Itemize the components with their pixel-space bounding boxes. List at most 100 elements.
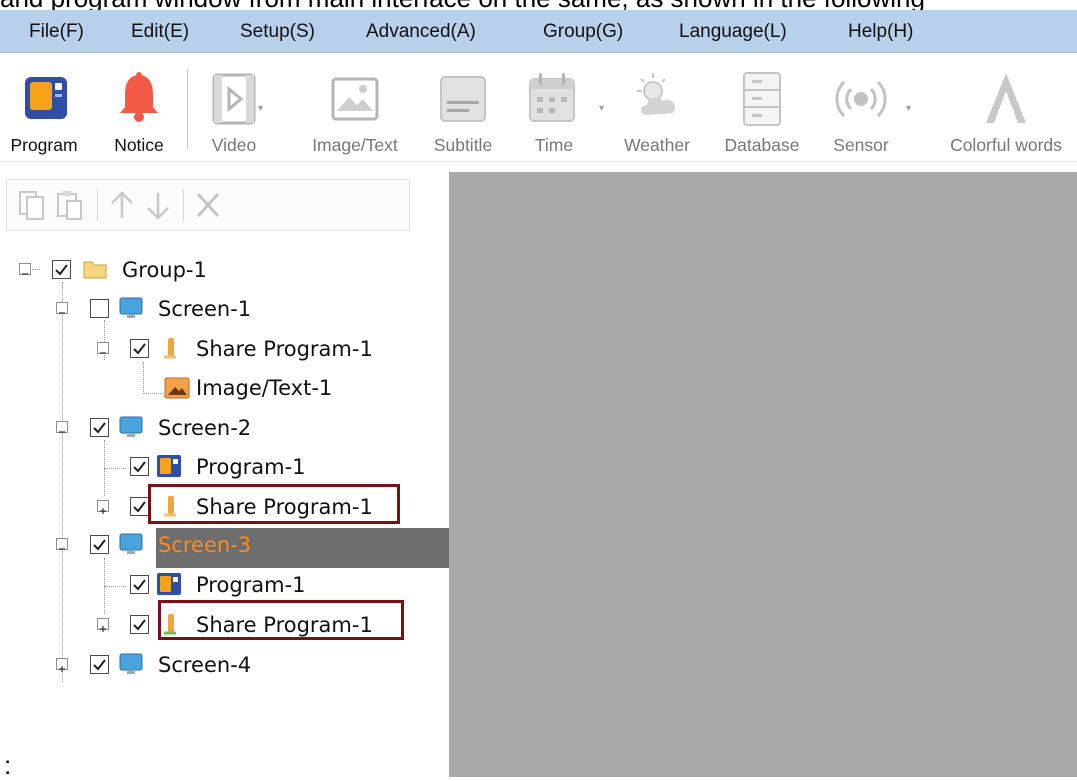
- preview-area[interactable]: [449, 172, 1077, 777]
- tree-label-image-text: Image/Text-1: [196, 376, 333, 400]
- sensor-button[interactable]: ▾ Sensor: [824, 59, 911, 159]
- share-program-icon: [164, 338, 176, 359]
- arrow-up-icon[interactable]: [107, 188, 137, 222]
- sensor-icon: [835, 80, 887, 118]
- delete-icon[interactable]: [193, 188, 223, 222]
- copy-icon[interactable]: [17, 188, 47, 222]
- tree-label-group-1: Group-1: [122, 258, 207, 282]
- collapse-icon[interactable]: [19, 263, 31, 275]
- video-button[interactable]: ▾ Video: [196, 59, 272, 159]
- tree-label-share-program: Share Program-1: [196, 337, 373, 361]
- document-text-fragment: :: [4, 750, 12, 780]
- time-dropdown-arrow: ▾: [599, 103, 605, 114]
- tree-node-screen-4[interactable]: Screen-4: [0, 648, 449, 684]
- tree-connector: [104, 468, 126, 469]
- video-dropdown-arrow: ▾: [258, 103, 264, 114]
- tree-connector: [143, 393, 163, 394]
- menu-setup[interactable]: Setup(S): [240, 10, 315, 52]
- notice-button[interactable]: Notice: [103, 59, 175, 159]
- tree-edit-toolbar: [6, 179, 410, 231]
- menu-group[interactable]: Group(G): [543, 10, 623, 52]
- tree-connector: [32, 269, 40, 270]
- checkbox-screen-4[interactable]: [90, 655, 109, 674]
- checkbox-screen-3[interactable]: [90, 535, 109, 554]
- colorful-words-button[interactable]: Colorful words: [938, 59, 1074, 159]
- tree-node-group-1[interactable]: Group-1: [0, 253, 449, 289]
- weather-icon: [637, 73, 676, 115]
- checkbox-screen-2[interactable]: [90, 418, 109, 437]
- bell-icon: [120, 72, 158, 122]
- expand-icon[interactable]: [97, 500, 109, 514]
- checkbox-group-1[interactable]: [52, 260, 71, 279]
- tree-label-screen-3: Screen-3: [158, 533, 252, 557]
- collapse-icon[interactable]: [56, 538, 68, 550]
- tree-node-share-program[interactable]: Share Program-1: [0, 484, 449, 526]
- checkbox-share-program[interactable]: [130, 497, 149, 516]
- paste-icon[interactable]: [55, 188, 85, 222]
- program-tree-panel: Group-1 Screen-1 Share Program-1 Image/T…: [0, 162, 449, 777]
- edit-toolbar-separator: [97, 189, 98, 221]
- video-label: Video: [211, 135, 257, 155]
- calendar-icon: [529, 73, 575, 122]
- menu-edit[interactable]: Edit(E): [131, 10, 189, 52]
- tree-label-screen-4: Screen-4: [158, 653, 252, 677]
- time-button[interactable]: ▾ Time: [519, 59, 604, 159]
- tree-label-screen-2: Screen-2: [158, 416, 252, 440]
- video-icon: [212, 73, 256, 125]
- tree-node-screen-3[interactable]: Screen-3: [0, 528, 449, 568]
- tree-node-image-text[interactable]: Image/Text-1: [0, 371, 449, 407]
- tree-node-program[interactable]: Program-1: [0, 568, 449, 604]
- program-button[interactable]: Program: [0, 59, 88, 159]
- database-label: Database: [724, 135, 800, 155]
- checkbox-share-program[interactable]: [130, 615, 149, 634]
- monitor-icon: [119, 297, 143, 318]
- colorful-words-label: Colorful words: [950, 135, 1062, 155]
- menu-language[interactable]: Language(L): [679, 10, 787, 52]
- checkbox-share-program[interactable]: [130, 339, 149, 358]
- subtitle-button[interactable]: Subtitle: [428, 59, 498, 159]
- menu-bar: File(F) Edit(E) Setup(S) Advanced(A) Gro…: [0, 10, 1077, 53]
- colorful-words-icon: [986, 73, 1026, 123]
- image-text-button[interactable]: Image/Text: [296, 59, 414, 159]
- tree-node-screen-1[interactable]: Screen-1: [0, 292, 449, 328]
- tree-label-share-program: Share Program-1: [196, 613, 373, 637]
- database-button[interactable]: Database: [716, 59, 808, 159]
- sensor-label: Sensor: [833, 135, 889, 155]
- menu-advanced[interactable]: Advanced(A): [366, 10, 476, 52]
- program-icon: [157, 573, 181, 595]
- weather-button[interactable]: Weather: [613, 59, 701, 159]
- main-toolbar: Program Notice ▾ Video Image/Text Subtit…: [0, 53, 1077, 162]
- tree-node-screen-2[interactable]: Screen-2: [0, 411, 449, 447]
- expand-icon[interactable]: [56, 658, 68, 672]
- program-icon: [25, 77, 67, 119]
- sensor-dropdown-arrow: ▾: [906, 103, 912, 114]
- collapse-icon[interactable]: [97, 342, 109, 354]
- database-icon: [743, 72, 781, 126]
- monitor-icon: [119, 653, 143, 674]
- arrow-down-icon[interactable]: [143, 188, 173, 222]
- checkbox-program[interactable]: [130, 457, 149, 476]
- tree-node-share-program[interactable]: Share Program-1: [0, 332, 449, 368]
- checkbox-screen-1[interactable]: [90, 299, 109, 318]
- folder-icon: [83, 261, 107, 279]
- time-label: Time: [534, 135, 574, 155]
- tree-node-program[interactable]: Program-1: [0, 450, 449, 486]
- share-program-icon: [164, 614, 176, 635]
- edit-toolbar-separator: [183, 189, 184, 221]
- subtitle-icon: [440, 76, 486, 122]
- image-icon: [331, 77, 379, 121]
- collapse-icon[interactable]: [56, 302, 68, 314]
- subtitle-label: Subtitle: [433, 135, 493, 155]
- tree-label-program: Program-1: [196, 573, 306, 597]
- tree-connector: [104, 586, 126, 587]
- menu-file[interactable]: File(F): [29, 10, 84, 52]
- program-icon: [157, 455, 181, 477]
- document-text-line: and program window from main interface o…: [0, 0, 1077, 10]
- tree-label-screen-1: Screen-1: [158, 297, 252, 321]
- checkbox-program[interactable]: [130, 575, 149, 594]
- image-text-label: Image/Text: [312, 135, 398, 155]
- collapse-icon[interactable]: [56, 421, 68, 433]
- menu-help[interactable]: Help(H): [848, 10, 913, 52]
- tree-node-share-program[interactable]: Share Program-1: [0, 600, 449, 644]
- expand-icon[interactable]: [97, 618, 109, 632]
